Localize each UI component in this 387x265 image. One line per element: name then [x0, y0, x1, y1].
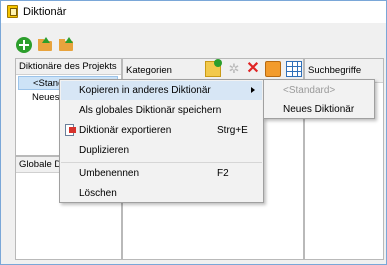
folder-import-icon[interactable] [58, 37, 74, 53]
submenu-item-standard: <Standard> [265, 81, 373, 100]
menu-item-label: Diktionär exportieren [79, 125, 172, 136]
submenu: <Standard> Neues Diktionär [263, 79, 375, 119]
diktionaer-window: Diktionär Diktionäre des Projekts <Stand… [0, 0, 387, 265]
menu-item-delete[interactable]: Löschen [61, 184, 262, 203]
grid-icon[interactable] [286, 61, 302, 77]
image-icon[interactable] [265, 61, 281, 77]
menu-separator [61, 162, 262, 163]
menu-item-label: Umbenennen [79, 168, 140, 179]
list-item-neues[interactable]: Neues [18, 91, 59, 105]
submenu-item-new-dictionary[interactable]: Neues Diktionär [265, 100, 373, 119]
menu-item-copy-to-other[interactable]: Kopieren in anderes Diktionär [61, 81, 262, 100]
context-menu: Kopieren in anderes Diktionär Als global… [59, 79, 264, 203]
menu-item-label: Als globales Diktionär speichern [79, 105, 222, 116]
title-bar: Diktionär [1, 1, 386, 23]
menu-item-label: Duplizieren [79, 145, 130, 156]
submenu-item-label: <Standard> [283, 85, 336, 96]
menu-item-export[interactable]: Diktionär exportieren Strg+E [61, 121, 262, 140]
export-icon [63, 124, 76, 137]
folder-up-icon[interactable] [37, 37, 53, 53]
menu-shortcut: Strg+E [217, 125, 248, 136]
submenu-arrow-icon [251, 87, 255, 93]
disabled-gear-icon: ✲ [228, 61, 240, 76]
menu-item-save-global[interactable]: Als globales Diktionär speichern [61, 101, 262, 120]
menu-item-duplicate[interactable]: Duplizieren [61, 141, 262, 160]
app-icon [7, 5, 18, 18]
new-folder-icon[interactable] [205, 59, 222, 77]
menu-shortcut: F2 [217, 168, 229, 179]
menu-item-label: Löschen [79, 188, 117, 199]
delete-icon[interactable]: ✕ [245, 61, 261, 77]
add-circle-icon[interactable] [16, 37, 32, 53]
project-dictionaries-header: Diktionäre des Projekts [16, 59, 121, 75]
submenu-item-label: Neues Diktionär [283, 104, 355, 115]
menu-item-rename[interactable]: Umbenennen F2 [61, 164, 262, 183]
menu-item-label: Kopieren in anderes Diktionär [79, 85, 211, 96]
window-title: Diktionär [23, 6, 67, 18]
